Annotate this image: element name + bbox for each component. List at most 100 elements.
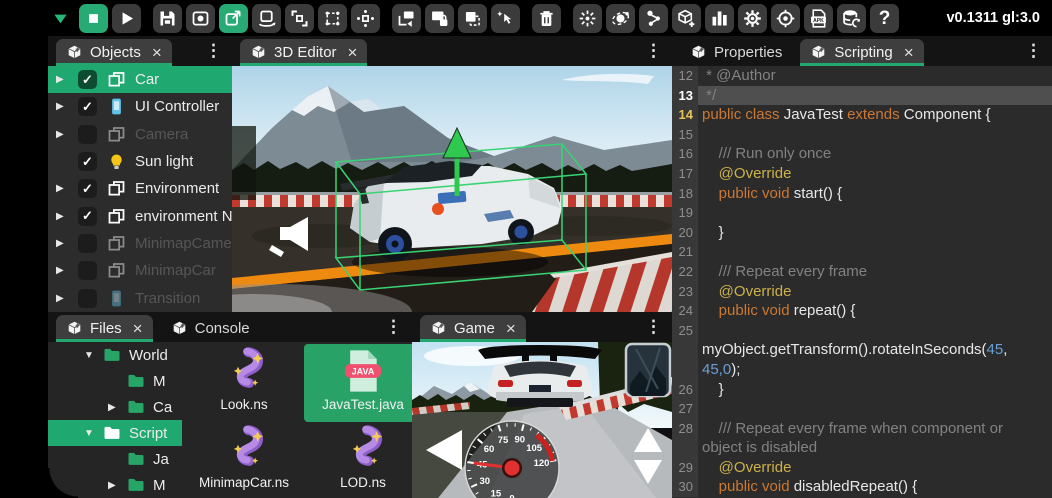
close-icon[interactable]: × <box>506 320 516 337</box>
code-line[interactable]: 26 } <box>672 380 1052 400</box>
stop-button[interactable] <box>79 4 108 33</box>
visibility-checkbox[interactable]: ✓ <box>78 179 97 198</box>
expand-arrow-icon[interactable]: ▼ <box>84 350 102 361</box>
code-line[interactable]: 23 @Override <box>672 282 1052 302</box>
orbit-button[interactable] <box>606 4 635 33</box>
code-line[interactable]: 19 <box>672 203 1052 223</box>
expand-arrow-icon[interactable]: ▶ <box>108 402 126 413</box>
help-button[interactable]: ? <box>870 4 899 33</box>
expand-arrow-icon[interactable]: ▶ <box>56 238 78 249</box>
export-apk-button[interactable]: APK <box>804 4 833 33</box>
scripting-menu-icon[interactable]: ⋮ <box>1025 36 1042 66</box>
code-line[interactable]: 14public class JavaTest extends Componen… <box>672 105 1052 125</box>
code-line[interactable]: 25 <box>672 321 1052 341</box>
stats-button[interactable] <box>705 4 734 33</box>
object-row-car[interactable]: ▶✓Car <box>48 66 232 93</box>
editor-menu-icon[interactable]: ⋮ <box>645 36 662 66</box>
3d-viewport[interactable] <box>232 66 672 312</box>
expand-arrow-icon[interactable]: ▼ <box>84 428 102 439</box>
folder-row-ca[interactable]: ▶Ca <box>48 394 182 420</box>
expand-arrow-icon[interactable]: ▶ <box>56 211 78 222</box>
object-row-minimapcame[interactable]: ▶MinimapCame <box>48 230 232 257</box>
object-row-transition[interactable]: ▶Transition <box>48 284 232 311</box>
visibility-checkbox[interactable] <box>78 234 97 253</box>
lock-button[interactable] <box>425 4 454 33</box>
play-button[interactable] <box>112 4 141 33</box>
game-viewport[interactable]: 0153045607590105120 <box>412 342 672 498</box>
visibility-checkbox[interactable]: ✓ <box>78 70 97 89</box>
object-row-environment-n[interactable]: ▶✓environment N <box>48 202 232 229</box>
rect-tool-button[interactable] <box>318 4 347 33</box>
visibility-checkbox[interactable]: ✓ <box>78 152 97 171</box>
particles-button[interactable] <box>573 4 602 33</box>
visibility-checkbox[interactable]: ✓ <box>78 207 97 226</box>
delete-button[interactable] <box>532 4 561 33</box>
objects-menu-icon[interactable]: ⋮ <box>205 36 222 66</box>
expand-arrow-icon[interactable]: ▶ <box>56 293 78 304</box>
visibility-checkbox[interactable] <box>78 289 97 308</box>
expand-arrow-icon[interactable]: ▶ <box>108 480 126 491</box>
code-line[interactable]: 30 public void disabledRepeat() { <box>672 477 1052 497</box>
duplicate-button[interactable] <box>392 4 421 33</box>
save-button[interactable] <box>153 4 182 33</box>
expand-arrow-icon[interactable]: ▶ <box>56 101 78 112</box>
close-icon[interactable]: × <box>133 320 143 337</box>
code-line[interactable]: 28 /// Repeat every frame when component… <box>672 419 1052 439</box>
gizmo-settings-button[interactable] <box>771 4 800 33</box>
code-line[interactable]: 22 /// Repeat every frame <box>672 262 1052 282</box>
touch-select-button[interactable] <box>491 4 520 33</box>
code-line[interactable]: 18 public void start() { <box>672 184 1052 204</box>
code-line[interactable]: 13 */ <box>672 86 1052 106</box>
object-row-sun-light[interactable]: ✓Sun light <box>48 148 232 175</box>
visibility-checkbox[interactable] <box>78 261 97 280</box>
tab-properties[interactable]: Properties <box>680 39 792 66</box>
code-line[interactable]: 17 @Override <box>672 164 1052 184</box>
visibility-checkbox[interactable] <box>78 125 97 144</box>
expand-arrow-icon[interactable]: ▶ <box>56 265 78 276</box>
tab-scripting[interactable]: Scripting × <box>800 39 923 66</box>
folder-row-ja[interactable]: Ja <box>48 446 182 472</box>
folder-row-m[interactable]: M <box>48 368 182 394</box>
code-line[interactable]: object is disabled <box>672 438 1052 458</box>
visibility-checkbox[interactable]: ✓ <box>78 97 97 116</box>
add-object-button[interactable] <box>672 4 701 33</box>
files-menu-icon[interactable]: ⋮ <box>385 312 402 342</box>
code-line[interactable]: 24 public void repeat() { <box>672 301 1052 321</box>
file-tile-minimapcar-ns[interactable]: MinimapCar.ns <box>188 422 300 498</box>
close-icon[interactable]: × <box>348 44 358 61</box>
scale-tool-button[interactable] <box>285 4 314 33</box>
code-line[interactable]: 29 @Override <box>672 458 1052 478</box>
file-tile-look-ns[interactable]: Look.ns <box>188 344 300 422</box>
move-tool-button[interactable] <box>219 4 248 33</box>
folder-row-world[interactable]: ▼World <box>48 342 182 368</box>
rotate-tool-button[interactable] <box>252 4 281 33</box>
code-line[interactable]: 12 * @Author <box>672 66 1052 86</box>
object-row-ui-controller[interactable]: ▶✓UI Controller <box>48 93 232 120</box>
code-line[interactable]: myObject.getTransform().rotateInSeconds(… <box>672 340 1052 360</box>
expand-arrow-icon[interactable]: ▶ <box>56 129 78 140</box>
file-tile-javatest-java[interactable]: JAVAJavaTest.java <box>304 344 412 422</box>
object-row-camera[interactable]: ▶Camera <box>48 121 232 148</box>
game-menu-icon[interactable]: ⋮ <box>645 312 662 342</box>
code-line[interactable]: 15 <box>672 125 1052 145</box>
tab-3d-editor[interactable]: 3D Editor × <box>240 39 367 66</box>
close-icon[interactable]: × <box>152 44 162 61</box>
joints-button[interactable] <box>639 4 668 33</box>
code-line[interactable]: 16 /// Run only once <box>672 144 1052 164</box>
tab-console[interactable]: Console <box>161 315 260 342</box>
code-editor[interactable]: 12 * @Author13 */14public class JavaTest… <box>672 66 1052 498</box>
folder-row-script[interactable]: ▼Script <box>48 420 182 446</box>
file-tile-lod-ns[interactable]: LOD.ns <box>304 422 412 498</box>
run-dropdown-button[interactable] <box>46 4 75 33</box>
tab-objects[interactable]: Objects × <box>56 39 172 66</box>
database-sync-button[interactable] <box>837 4 866 33</box>
view-mode-button[interactable] <box>186 4 215 33</box>
expand-arrow-icon[interactable]: ▶ <box>56 74 78 85</box>
close-icon[interactable]: × <box>904 44 914 61</box>
code-line[interactable]: 20 } <box>672 223 1052 243</box>
settings-button[interactable] <box>738 4 767 33</box>
code-line[interactable]: 45,0); <box>672 360 1052 380</box>
object-row-environment[interactable]: ▶✓Environment <box>48 175 232 202</box>
pivot-tool-button[interactable] <box>351 4 380 33</box>
object-row-minimapcar[interactable]: ▶MinimapCar <box>48 257 232 284</box>
